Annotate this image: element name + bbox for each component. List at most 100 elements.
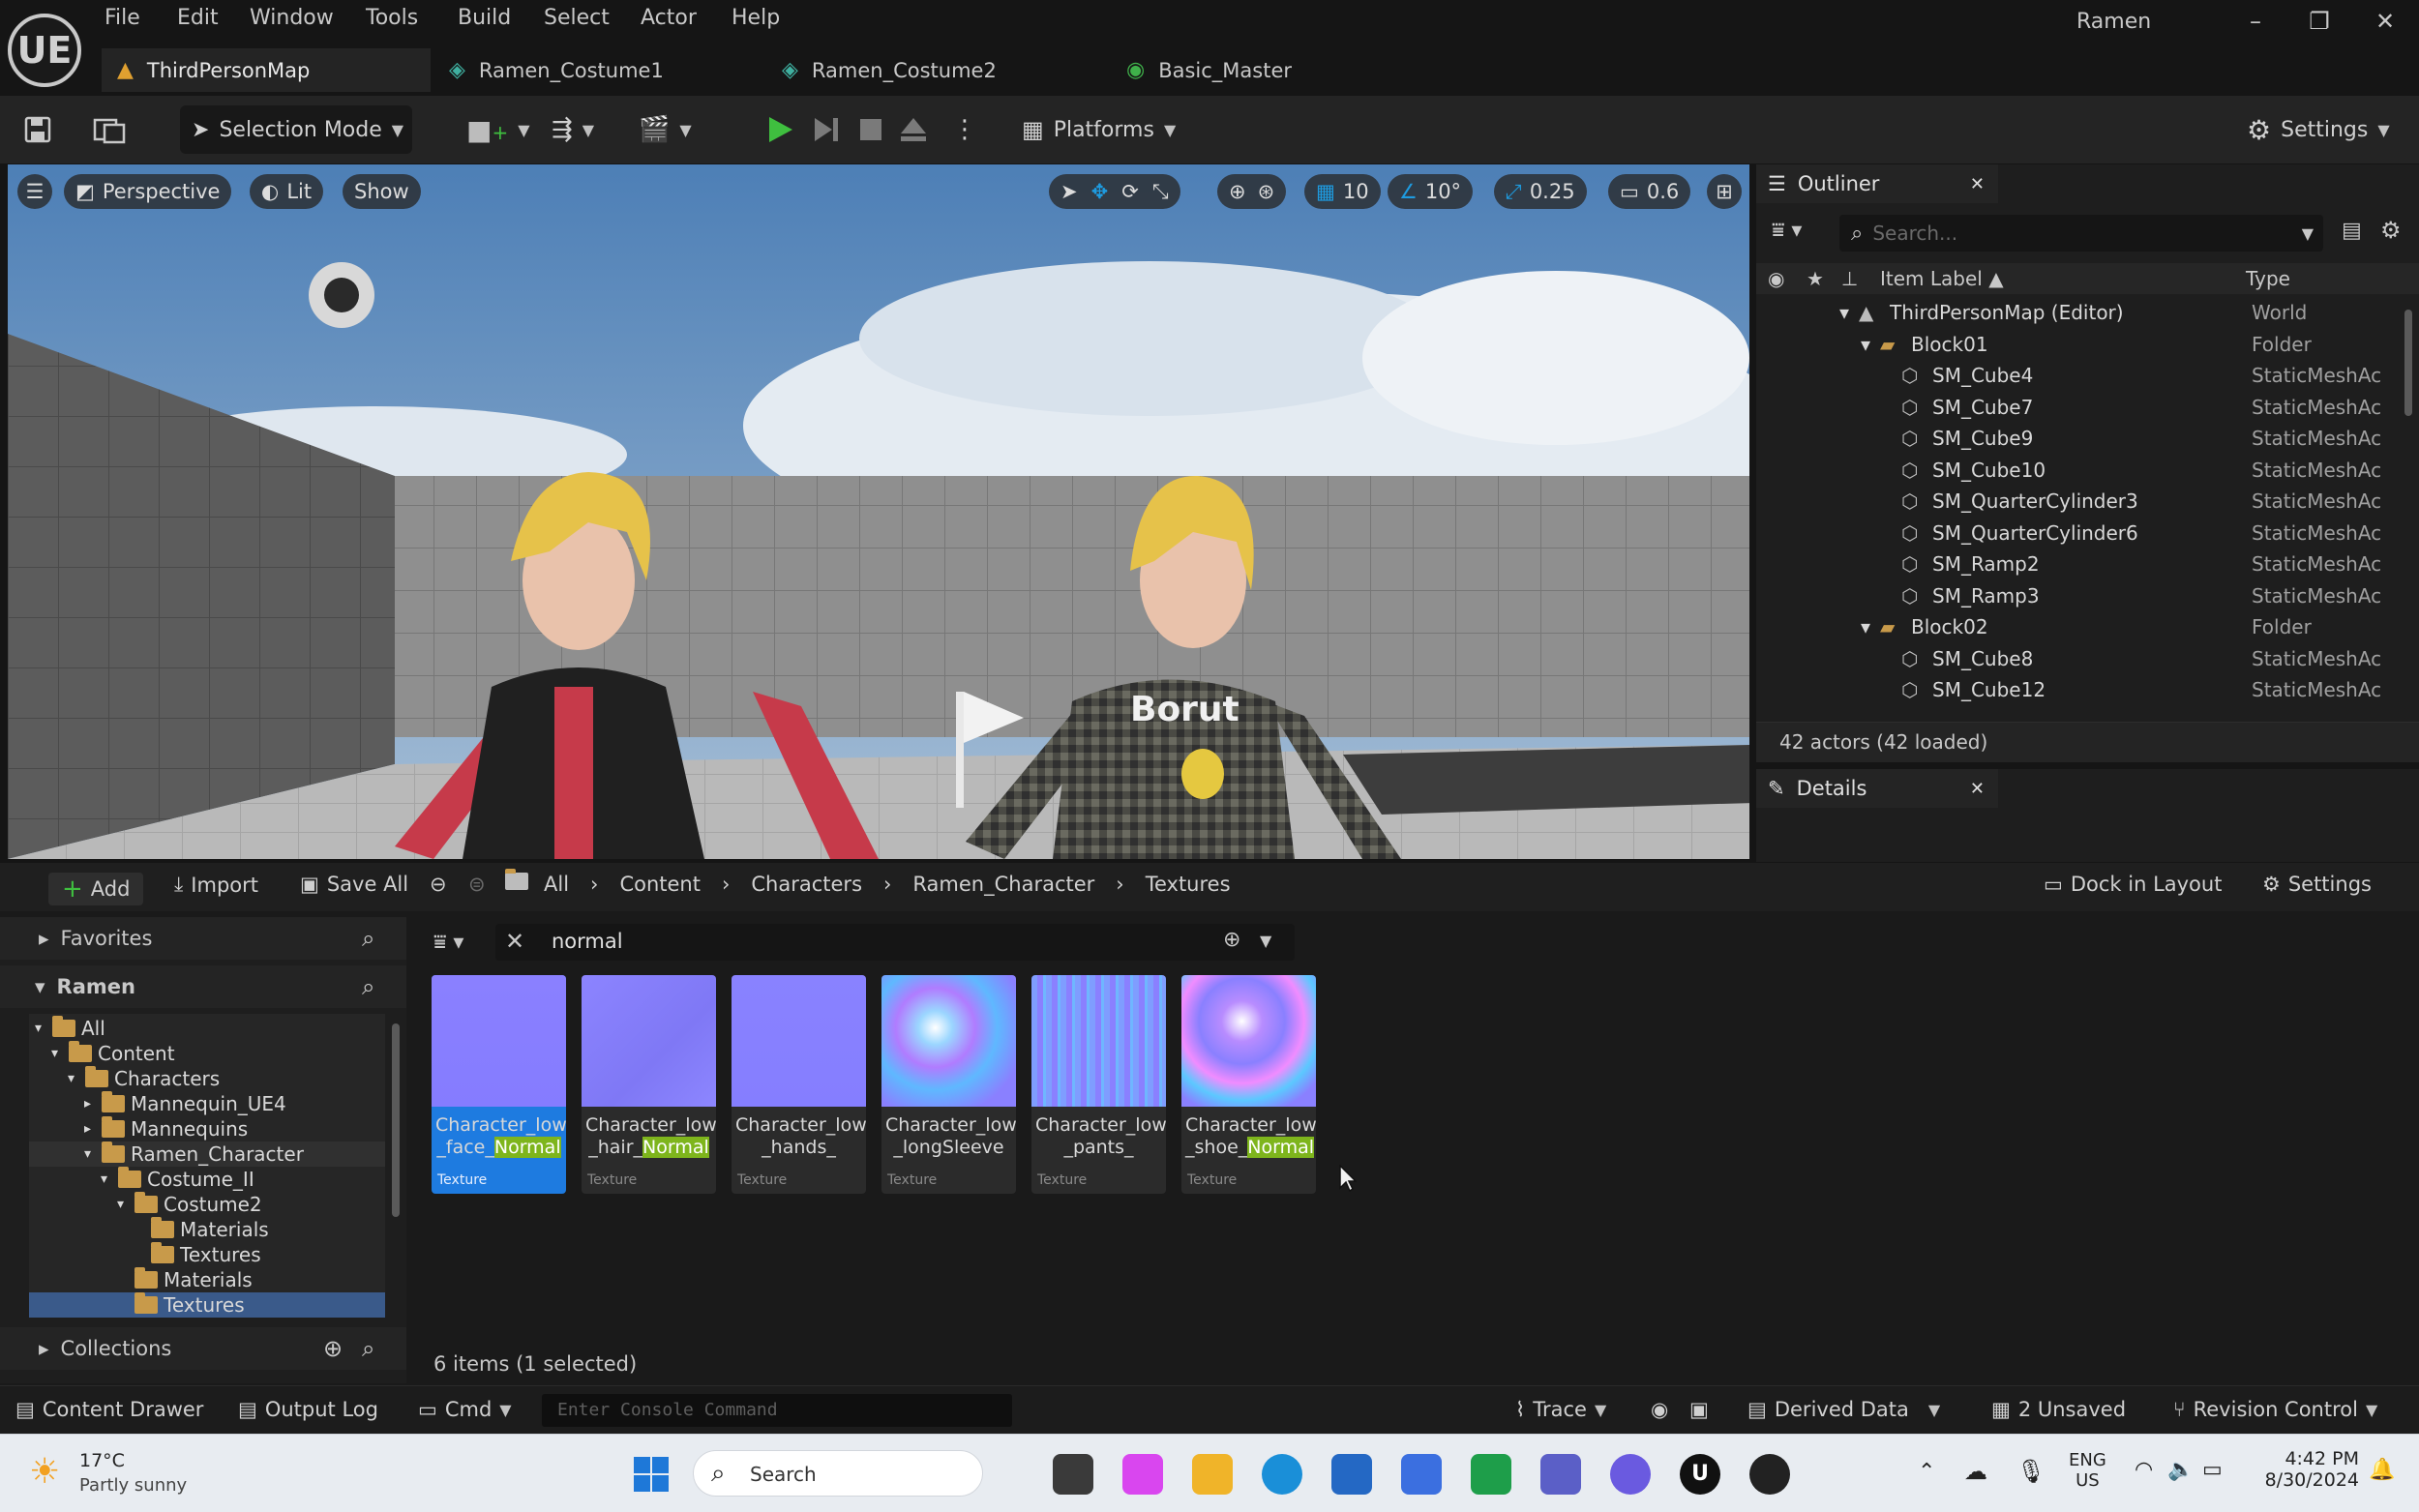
- outliner-row[interactable]: ⬡ SM_Ramp3 StaticMeshAc: [1756, 580, 2419, 611]
- output-log-button[interactable]: ▤ Output Log: [238, 1398, 378, 1421]
- add-collection-icon[interactable]: ⊕: [323, 1335, 343, 1362]
- tree-folder[interactable]: ▾ Costume_II: [101, 1167, 254, 1192]
- back-icon[interactable]: ⊖: [430, 873, 447, 896]
- scale-icon[interactable]: ⤡: [1152, 180, 1169, 204]
- expand-arrow-icon[interactable]: ▸: [84, 1096, 96, 1112]
- tab-ramen-costume2[interactable]: ◈ Ramen_Costume2: [766, 48, 1095, 92]
- tray-chevron-icon[interactable]: ⌃: [1918, 1460, 1935, 1484]
- chevron-down-icon[interactable]: ▼: [1260, 932, 1271, 950]
- expand-arrow-icon[interactable]: ▸: [84, 1121, 96, 1137]
- search-icon[interactable]: ⌕: [362, 925, 374, 952]
- expand-arrow-icon[interactable]: ▾: [1839, 301, 1849, 324]
- grid-snap-button[interactable]: ▦ 10: [1304, 174, 1381, 209]
- asset-search-input[interactable]: normal: [552, 930, 623, 953]
- breadcrumb-textures[interactable]: Textures: [1146, 873, 1231, 896]
- outliner-row[interactable]: ⬡ SM_Cube8 StaticMeshAc: [1756, 643, 2419, 674]
- onedrive-icon[interactable]: ☁: [1964, 1458, 1987, 1485]
- add-button[interactable]: + Add: [48, 873, 144, 905]
- eye-icon[interactable]: ◉: [1768, 267, 1784, 290]
- discord-icon[interactable]: [1610, 1454, 1651, 1495]
- tree-folder[interactable]: ▾ Costume2: [117, 1192, 262, 1217]
- col-item-label[interactable]: Item Label ▲: [1880, 267, 2004, 290]
- outliner-row[interactable]: ⬡ SM_Cube10 StaticMeshAc: [1756, 455, 2419, 486]
- tree-folder[interactable]: ▾ Characters: [68, 1066, 220, 1091]
- asset-search[interactable]: ✕ normal ⊕ ▼: [495, 924, 1295, 961]
- davinci-icon[interactable]: [1749, 1454, 1790, 1495]
- outliner-settings-icon[interactable]: ⚙: [2380, 217, 2402, 244]
- taskbar-search[interactable]: ⌕ Search: [693, 1450, 983, 1497]
- breadcrumb-content[interactable]: Content: [619, 873, 701, 896]
- clear-search-icon[interactable]: ✕: [505, 928, 524, 955]
- console-input[interactable]: Enter Console Command: [542, 1394, 1012, 1427]
- tree-scrollbar[interactable]: [392, 1023, 400, 1217]
- outliner-row[interactable]: ⬡ SM_Cube4 StaticMeshAc: [1756, 360, 2419, 391]
- level-viewport[interactable]: Borut ☰ ◩ Perspective ◐ Lit Show ➤ ✥ ⟳ ⤡…: [8, 164, 1749, 859]
- revision-control-dropdown[interactable]: ⑂ Revision Control ▼: [2173, 1398, 2377, 1421]
- breadcrumb-all[interactable]: All: [544, 873, 569, 896]
- tree-folder[interactable]: Textures: [29, 1292, 385, 1318]
- play-button[interactable]: [764, 105, 795, 154]
- filter-icon[interactable]: ⩸ ▾: [433, 931, 463, 955]
- save-icon[interactable]: [23, 105, 52, 154]
- xbox-icon[interactable]: [1471, 1454, 1511, 1495]
- perspective-button[interactable]: ◩ Perspective: [64, 174, 232, 209]
- expand-arrow-icon[interactable]: ▾: [101, 1171, 112, 1187]
- close-tab-icon[interactable]: ✕: [1970, 779, 1985, 799]
- add-folder-icon[interactable]: ▤: [2342, 219, 2362, 243]
- asset-tile[interactable]: Character_low _shoe_Normal Texture: [1181, 975, 1316, 1194]
- weather-temp[interactable]: 17°C: [79, 1450, 125, 1471]
- close-icon[interactable]: ✕: [2361, 8, 2409, 46]
- outliner-row[interactable]: ⬡ SM_QuarterCylinder6 StaticMeshAc: [1756, 518, 2419, 548]
- menu-edit[interactable]: Edit: [177, 6, 219, 30]
- expand-arrow-icon[interactable]: ▾: [51, 1046, 63, 1061]
- wifi-icon[interactable]: ◠: [2135, 1458, 2153, 1482]
- rotation-snap-button[interactable]: ∠ 10°: [1388, 174, 1474, 209]
- world-icon[interactable]: ⊕: [1229, 180, 1246, 203]
- expand-arrow-icon[interactable]: ▾: [117, 1197, 129, 1212]
- eject-icon[interactable]: [898, 105, 929, 154]
- filter-icon[interactable]: ⩸ ▾: [1772, 219, 1802, 243]
- language-indicator[interactable]: ENG US: [2069, 1450, 2106, 1491]
- favorites-header[interactable]: ▸ Favorites ⌕: [0, 917, 406, 960]
- edge-browser-icon[interactable]: [1262, 1454, 1302, 1495]
- microphone-icon[interactable]: 🎙: [2016, 1458, 2046, 1485]
- col-type[interactable]: Type: [2246, 267, 2290, 290]
- project-header[interactable]: ▾ Ramen ⌕: [0, 965, 406, 1008]
- tree-folder[interactable]: ▾ All: [35, 1016, 105, 1041]
- more-options-icon[interactable]: ⋮: [952, 105, 977, 154]
- outliner-row[interactable]: ▾ ▰ Block01 Folder: [1756, 329, 2419, 360]
- asset-tile[interactable]: Character_low _longSleeve Texture: [881, 975, 1016, 1194]
- copilot-icon[interactable]: [1122, 1454, 1163, 1495]
- outliner-row[interactable]: ⬡ SM_Cube12 StaticMeshAc: [1756, 674, 2419, 705]
- forward-icon[interactable]: ⊜: [468, 873, 486, 896]
- content-drawer-button[interactable]: ▤ Content Drawer: [15, 1398, 203, 1421]
- stop-icon[interactable]: [857, 105, 884, 154]
- tree-folder[interactable]: Textures: [134, 1242, 261, 1267]
- surface-snap-icon[interactable]: ⊛: [1258, 180, 1275, 203]
- rotate-icon[interactable]: ⟳: [1121, 180, 1139, 203]
- pen-app-icon[interactable]: [1401, 1454, 1442, 1495]
- outliner-row[interactable]: ▾ ▲ ThirdPersonMap (Editor) World: [1756, 297, 2419, 328]
- save-search-icon[interactable]: ⊕: [1223, 928, 1240, 952]
- step-icon[interactable]: [811, 105, 842, 154]
- breadcrumb-characters[interactable]: Characters: [751, 873, 862, 896]
- teams-icon[interactable]: [1540, 1454, 1581, 1495]
- outliner-row[interactable]: ▾ ▰ Block02 Folder: [1756, 611, 2419, 642]
- selection-mode-dropdown[interactable]: ➤ Selection Mode ▼: [180, 105, 412, 154]
- asset-tile[interactable]: Character_low _hands_ Texture: [732, 975, 866, 1194]
- outliner-search-input[interactable]: Search...: [1872, 222, 1957, 245]
- close-tab-icon[interactable]: ✕: [1970, 174, 1985, 194]
- star-icon[interactable]: ★: [1807, 267, 1824, 290]
- add-actor-button[interactable]: ■+ ▼: [466, 105, 530, 154]
- save-all-button[interactable]: ▣ Save All: [300, 873, 408, 896]
- asset-tile[interactable]: Character_low _hair_Normal Texture: [582, 975, 716, 1194]
- taskview-icon[interactable]: [1053, 1454, 1093, 1495]
- tree-folder[interactable]: ▾ Content: [51, 1041, 175, 1066]
- unreal-logo-icon[interactable]: UE: [8, 14, 81, 87]
- tree-folder[interactable]: ▸ Mannequins: [84, 1116, 248, 1141]
- tree-folder[interactable]: ▾ Ramen_Character: [29, 1141, 385, 1167]
- record-icon[interactable]: ◉: [1651, 1398, 1668, 1421]
- breadcrumb-folder-icon[interactable]: [505, 869, 528, 890]
- search-icon[interactable]: ⌕: [362, 973, 374, 1000]
- tab-basic-master[interactable]: ◉ Basic_Master: [1111, 48, 1440, 92]
